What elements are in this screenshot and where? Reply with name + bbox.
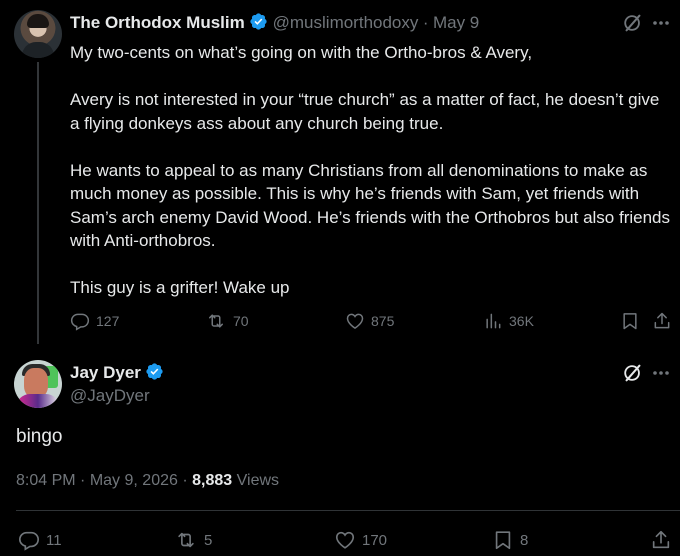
tweet1-reply-button[interactable]: 127 — [70, 311, 119, 331]
tweet2-views-count: 8,883 — [192, 472, 233, 489]
reply-icon — [70, 313, 90, 331]
tweet1-paragraph: My two-cents on what’s going on with the… — [70, 43, 533, 62]
avatar-the-orthodox-muslim[interactable] — [14, 10, 62, 58]
avatar-jay-dyer[interactable] — [14, 360, 62, 408]
tweet1-repost-count: 70 — [233, 313, 249, 329]
tweet2-date[interactable]: May 9, 2026 — [90, 472, 178, 489]
tweet2-bookmark-button[interactable]: 8 — [492, 529, 528, 551]
tweet1-separator: · — [422, 13, 429, 32]
bookmark-icon[interactable] — [620, 311, 640, 336]
reply-icon — [19, 531, 39, 551]
tweet2-handle[interactable]: @JayDyer — [70, 386, 150, 406]
share-icon[interactable] — [652, 311, 672, 336]
tweet2-reply-button[interactable]: 11 — [18, 529, 62, 551]
tweet1-reply-count: 127 — [96, 313, 120, 329]
tweet2-separator: · — [182, 472, 188, 489]
tweet1-like-button[interactable]: 875 — [345, 311, 394, 331]
tweet2-header: Jay Dyer — [70, 362, 164, 386]
tweet2-text: bingo — [16, 426, 63, 447]
tweet1-date[interactable]: May 9 — [433, 13, 479, 32]
tweet2-like-count: 170 — [362, 531, 388, 549]
verified-badge-icon — [249, 12, 268, 36]
tweet1-header: The Orthodox Muslim @muslimorthodoxy · M… — [70, 12, 479, 36]
more-icon[interactable] — [652, 12, 670, 39]
grok-icon[interactable] — [622, 12, 644, 39]
tweet1-handle[interactable]: @muslimorthodoxy — [273, 13, 419, 32]
divider — [16, 510, 680, 511]
like-icon — [346, 313, 364, 329]
repost-icon — [209, 314, 223, 328]
tweet1-views-count: 36K — [509, 313, 534, 329]
tweet1-paragraph: He wants to appeal to as many Christians… — [70, 160, 671, 251]
tweet1-views-button[interactable]: 36K — [483, 311, 534, 331]
tweet2-views-label: Views — [236, 472, 280, 489]
more-icon[interactable] — [652, 362, 670, 389]
verified-badge-icon — [145, 362, 164, 386]
repost-icon — [178, 532, 194, 548]
bookmark-icon — [495, 531, 511, 550]
views-icon — [486, 313, 501, 329]
tweet2-reply-count: 11 — [46, 531, 62, 549]
tweet2-repost-count: 5 — [204, 531, 213, 549]
tweet2-bookmark-count: 8 — [520, 531, 529, 549]
tweet2-meta: 8:04 PM · May 9, 2026 · 8,883 Views — [16, 472, 279, 490]
tweet1-text: My two-cents on what’s going on with the… — [70, 41, 670, 300]
tweet2-like-button[interactable]: 170 — [334, 529, 387, 551]
tweet2-author-name[interactable]: Jay Dyer — [70, 363, 141, 382]
tweet2-separator: · — [80, 472, 86, 489]
tweet1-repost-button[interactable]: 70 — [205, 311, 249, 331]
like-icon — [335, 531, 355, 549]
tweet1-paragraph: Avery is not interested in your “true ch… — [70, 90, 660, 133]
share-icon[interactable] — [650, 529, 672, 556]
tweet2-repost-button[interactable]: 5 — [174, 529, 212, 551]
tweet1-paragraph: This guy is a grifter! Wake up — [70, 278, 290, 297]
tweet2-time[interactable]: 8:04 PM — [16, 472, 76, 489]
tweet1-like-count: 875 — [371, 313, 395, 329]
thread-line — [37, 62, 39, 344]
grok-icon[interactable] — [622, 362, 644, 389]
tweet1-author-name[interactable]: The Orthodox Muslim — [70, 13, 245, 32]
